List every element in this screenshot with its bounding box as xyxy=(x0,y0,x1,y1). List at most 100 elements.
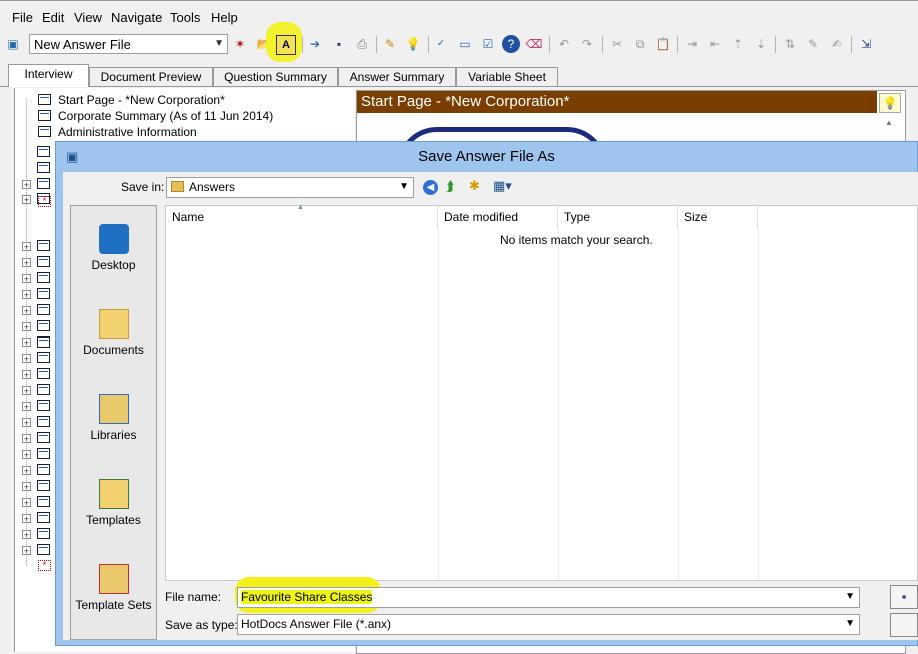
tree-item-start-page[interactable]: Start Page - *New Corporation* xyxy=(58,93,225,107)
indent-icon[interactable]: ⇥ xyxy=(683,35,701,53)
tree-expander[interactable]: + xyxy=(22,498,31,508)
copy-icon[interactable]: ⧉ xyxy=(631,35,649,53)
edit-multi-icon[interactable]: ✍ xyxy=(828,35,846,53)
new-folder-icon[interactable]: ✱ xyxy=(469,178,480,194)
tree-expander[interactable]: + xyxy=(22,290,31,300)
answer-file-icon[interactable]: ▣ xyxy=(4,35,22,53)
cancel-button[interactable] xyxy=(890,613,918,637)
menu-edit[interactable]: Edit xyxy=(42,10,64,25)
column-size[interactable]: Size xyxy=(678,206,758,228)
sort-ascending-icon: ▲ xyxy=(297,204,304,211)
tree-expander[interactable]: + xyxy=(22,450,31,460)
tree-expander[interactable]: + xyxy=(22,386,31,396)
tree-expander[interactable]: + xyxy=(22,180,31,190)
menu-view[interactable]: View xyxy=(74,10,102,25)
spellcheck-icon[interactable]: ✓ xyxy=(432,35,450,53)
new-answer-icon[interactable]: ✶ xyxy=(231,35,249,53)
tree-expander[interactable]: + xyxy=(22,434,31,444)
toolbar-separator xyxy=(602,36,603,53)
help-icon[interactable]: ? xyxy=(502,35,520,53)
tab-document-preview[interactable]: Document Preview xyxy=(89,67,213,86)
answer-file-dropdown[interactable]: New Answer File ▼ xyxy=(29,34,228,54)
cut-icon[interactable]: ✂ xyxy=(608,35,626,53)
tab-strip-border xyxy=(0,86,918,87)
column-divider xyxy=(558,228,559,580)
eraser-icon[interactable]: ⌫ xyxy=(525,35,543,53)
dialog-node-icon xyxy=(37,432,50,443)
edit-icon[interactable]: ✎ xyxy=(381,35,399,53)
menu-navigate[interactable]: Navigate xyxy=(111,10,162,25)
tree-expander[interactable]: + xyxy=(22,466,31,476)
column-type[interactable]: Type xyxy=(558,206,678,228)
tree-expander[interactable]: + xyxy=(22,258,31,268)
place-documents[interactable]: Documents xyxy=(71,309,156,357)
tab-interview[interactable]: Interview xyxy=(8,64,89,87)
libraries-icon xyxy=(98,394,129,424)
tree-expander[interactable]: + xyxy=(22,354,31,364)
save-answer-as-icon[interactable]: A xyxy=(276,35,296,55)
save-type-label: Save as type: xyxy=(165,618,238,632)
tab-variable-sheet[interactable]: Variable Sheet xyxy=(456,67,558,86)
dialog-node-icon xyxy=(37,416,50,427)
tree-item-administrative-info[interactable]: Administrative Information xyxy=(58,125,197,139)
tab-answer-summary[interactable]: Answer Summary xyxy=(338,67,456,86)
print-icon[interactable]: ⎙ xyxy=(353,35,371,53)
file-name-label: File name: xyxy=(165,590,222,604)
tree-expander[interactable]: + xyxy=(22,530,31,540)
tree-expander[interactable]: + xyxy=(22,274,31,284)
tree-line xyxy=(26,100,28,565)
menu-help[interactable]: Help xyxy=(211,10,238,25)
menu-file[interactable]: File xyxy=(12,10,33,25)
place-libraries[interactable]: Libraries xyxy=(71,394,156,442)
save-type-value: HotDocs Answer File (*.anx) xyxy=(241,617,392,631)
save-in-dropdown[interactable]: Answers ▼ xyxy=(166,177,414,198)
arrow-right-icon[interactable]: ➔ xyxy=(306,35,324,53)
edit-list-icon[interactable]: ✎ xyxy=(804,35,822,53)
outdent-icon[interactable]: ⇤ xyxy=(706,35,724,53)
tree-expander[interactable]: + xyxy=(22,195,31,205)
tree-item-corporate-summary[interactable]: Corporate Summary (As of 11 Jun 2014) xyxy=(58,109,273,123)
view-menu-icon[interactable]: ▦▾ xyxy=(493,178,512,194)
chevron-down-icon: ▼ xyxy=(399,181,409,192)
lightbulb-icon[interactable]: 💡 xyxy=(879,93,901,113)
empty-message: No items match your search. xyxy=(500,233,653,247)
tree-expander[interactable]: + xyxy=(22,338,31,348)
undo-icon[interactable]: ↶ xyxy=(555,35,573,53)
tree-expander[interactable]: + xyxy=(22,418,31,428)
save-button[interactable]: ▪ xyxy=(890,585,918,609)
column-date-modified[interactable]: Date modified xyxy=(438,206,558,228)
page-icon xyxy=(38,126,51,137)
tree-expander[interactable]: + xyxy=(22,546,31,556)
scroll-up-icon[interactable]: ▲ xyxy=(885,118,893,127)
paste-icon[interactable]: 📋 xyxy=(654,35,672,53)
tree-expander[interactable]: + xyxy=(22,242,31,252)
save-icon[interactable]: ▪ xyxy=(330,35,348,53)
tree-expander[interactable]: + xyxy=(22,370,31,380)
field-icon[interactable]: ▭ xyxy=(456,35,474,53)
place-templates[interactable]: Templates xyxy=(71,479,156,527)
place-template-sets[interactable]: Template Sets xyxy=(71,564,156,612)
checklist-icon[interactable]: ☑ xyxy=(479,35,497,53)
move-down-icon[interactable]: ⇣ xyxy=(752,35,770,53)
lightbulb-icon[interactable]: 💡 xyxy=(404,35,422,53)
sort-icon[interactable]: ⇅ xyxy=(781,35,799,53)
tab-question-summary[interactable]: Question Summary xyxy=(213,67,338,86)
place-template-sets-label: Template Sets xyxy=(75,598,152,612)
tree-expander[interactable]: + xyxy=(22,306,31,316)
menu-tools[interactable]: Tools xyxy=(170,10,200,25)
redo-icon[interactable]: ↷ xyxy=(578,35,596,53)
place-libraries-label: Libraries xyxy=(90,428,137,442)
dialog-node-icon xyxy=(37,240,50,251)
move-up-icon[interactable]: ⇡ xyxy=(729,35,747,53)
exit-icon[interactable]: ⇲ xyxy=(857,35,875,53)
tree-expander[interactable]: + xyxy=(22,514,31,524)
tree-expander[interactable]: + xyxy=(22,322,31,332)
place-desktop[interactable]: Desktop xyxy=(71,224,156,272)
save-type-dropdown[interactable]: HotDocs Answer File (*.anx) ▼ xyxy=(237,614,860,635)
dialog-node-icon xyxy=(37,337,50,348)
tree-expander[interactable]: + xyxy=(22,402,31,412)
back-icon[interactable]: ◀ xyxy=(423,180,438,195)
up-folder-icon[interactable]: ⮭ xyxy=(446,178,454,195)
tree-expander[interactable]: + xyxy=(22,482,31,492)
file-name-input[interactable]: Favourite Share Classes ▼ xyxy=(237,587,860,608)
